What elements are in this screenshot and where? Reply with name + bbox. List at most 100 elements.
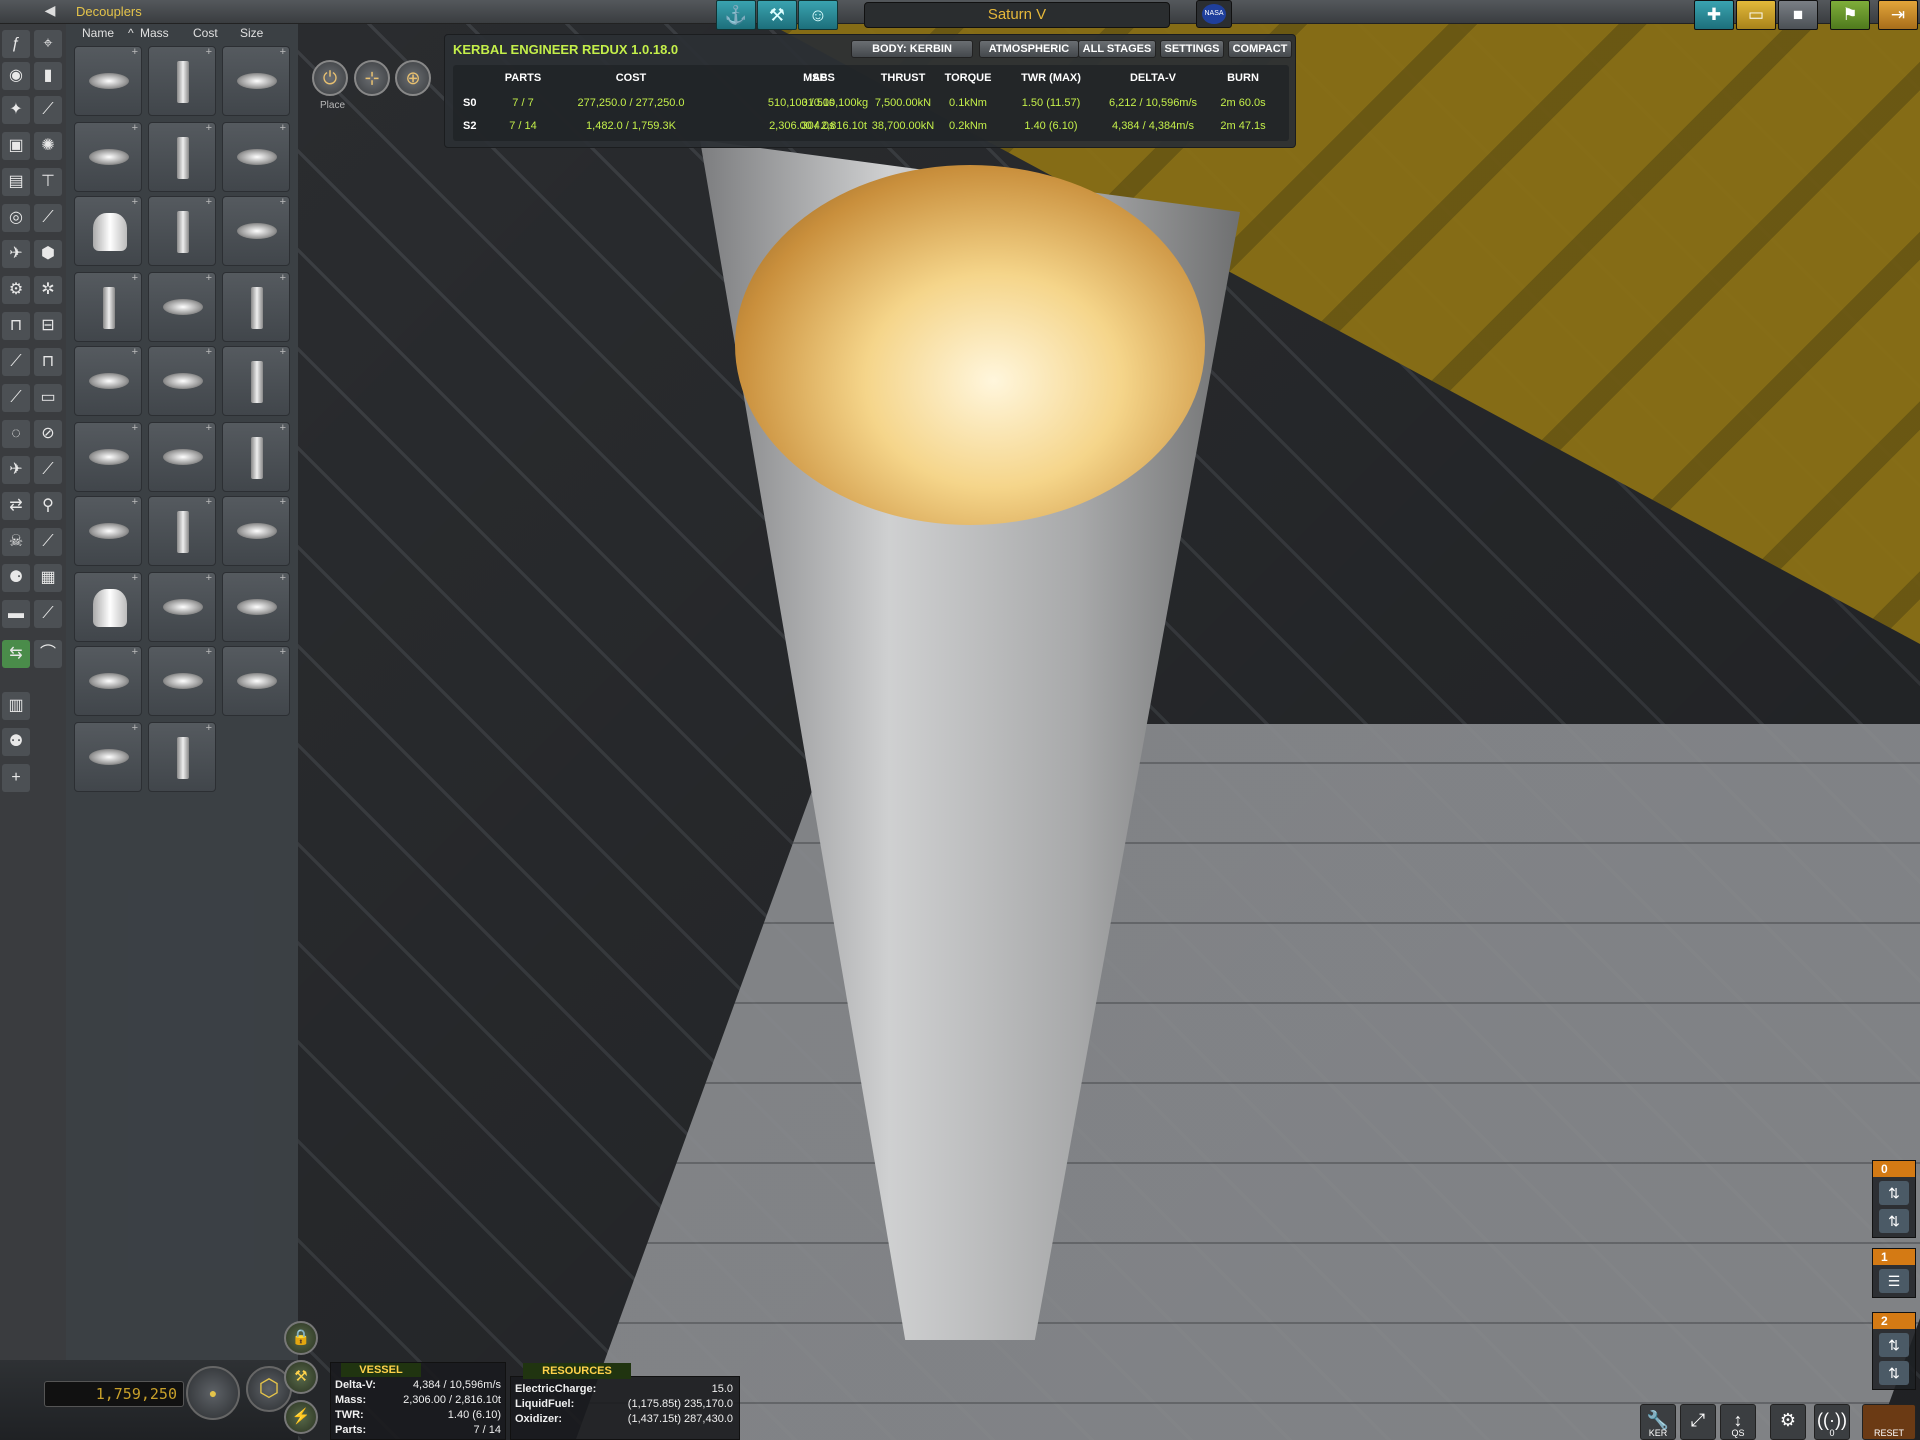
category-comm2-icon[interactable]: ⌒ <box>34 640 62 668</box>
column-size[interactable]: Size <box>240 26 263 40</box>
part-tile[interactable]: + <box>222 122 290 192</box>
ship-name-field[interactable]: Saturn V <box>864 2 1170 28</box>
ker-settings-button[interactable]: SETTINGS <box>1160 40 1224 58</box>
part-tile[interactable]: + <box>148 722 216 792</box>
part-tile[interactable]: + <box>222 196 290 266</box>
category-rover-icon[interactable]: ⚈ <box>2 564 30 592</box>
category-antenna-icon[interactable]: ⟋ <box>34 600 62 628</box>
part-tile[interactable]: + <box>148 196 216 266</box>
stage-group[interactable]: 0 ⇅ ⇅ <box>1872 1160 1916 1238</box>
save-craft-icon[interactable]: ■ <box>1778 0 1818 30</box>
part-tile[interactable]: + <box>148 422 216 492</box>
part-tile[interactable]: + <box>148 496 216 566</box>
filter-function-icon[interactable]: ƒ <box>2 30 30 58</box>
symmetry-dial-icon[interactable]: ● <box>186 1366 240 1420</box>
column-mass[interactable]: Mass <box>140 26 169 40</box>
sort-icon[interactable]: ⚓ <box>716 0 756 30</box>
part-tile[interactable]: + <box>74 646 142 716</box>
category-landing-icon[interactable]: ▭ <box>34 384 62 412</box>
category-tanks-icon[interactable]: ⟋ <box>2 384 30 412</box>
rotate-mode-icon[interactable]: ⊕ <box>395 60 431 96</box>
category-electrical-icon[interactable]: ⟋ <box>34 204 62 232</box>
ker-compact-button[interactable]: COMPACT <box>1228 40 1292 58</box>
action-groups-icon[interactable]: ⚡ <box>284 1400 318 1434</box>
category-solar-icon[interactable]: ▦ <box>34 564 62 592</box>
part-tile[interactable]: + <box>222 496 290 566</box>
category-selected-icon[interactable]: ⇆ <box>2 640 30 668</box>
place-mode-icon[interactable]: ⏻ <box>312 60 348 96</box>
category-pods-icon[interactable]: ◉ <box>2 62 30 90</box>
engine-icon[interactable]: ☰ <box>1879 1269 1909 1293</box>
part-tile[interactable]: + <box>74 272 142 342</box>
part-tile[interactable]: + <box>74 196 142 266</box>
part-tile[interactable]: + <box>222 46 290 116</box>
filter-location-icon[interactable]: ⌖ <box>34 30 62 58</box>
category-eva-icon[interactable]: ⟋ <box>34 528 62 556</box>
part-tile[interactable]: + <box>74 122 142 192</box>
category-fuel-icon[interactable]: ▮ <box>34 62 62 90</box>
resize-icon[interactable]: ⤢ <box>1680 1404 1716 1440</box>
category-science-icon[interactable]: ✺ <box>34 132 62 160</box>
stage-group[interactable]: 1 ☰ <box>1872 1248 1916 1298</box>
category-wheels-icon[interactable]: ◌ <box>2 420 30 448</box>
part-tile[interactable]: + <box>74 346 142 416</box>
category-engines-icon[interactable]: ✦ <box>2 96 30 124</box>
category-coupling-icon[interactable]: ⬢ <box>34 240 62 268</box>
load-craft-icon[interactable]: ▭ <box>1736 0 1776 30</box>
category-lights-icon[interactable]: ⊘ <box>34 420 62 448</box>
quicksave-icon[interactable]: ↕ QS <box>1720 1404 1756 1440</box>
decoupler-icon[interactable]: ⇅ <box>1879 1361 1909 1385</box>
part-tile[interactable]: + <box>74 572 142 642</box>
category-decouplers-icon[interactable]: ⇄ <box>2 492 30 520</box>
part-tile[interactable]: + <box>148 646 216 716</box>
category-misc-icon[interactable]: ✈ <box>2 456 30 484</box>
category-structural-icon[interactable]: ▣ <box>2 132 30 160</box>
ker-toolbar-icon[interactable]: 🔧 KER <box>1640 1404 1676 1440</box>
ker-all-stages-button[interactable]: ALL STAGES <box>1078 40 1156 58</box>
crew-assign-icon[interactable]: ⚒ <box>284 1360 318 1394</box>
category-comm-icon[interactable]: ✲ <box>34 276 62 304</box>
category-thermal-icon[interactable]: ◎ <box>2 204 30 232</box>
decoupler-icon[interactable]: ⇅ <box>1879 1209 1909 1233</box>
decoupler-icon[interactable]: ⇅ <box>1879 1181 1909 1205</box>
category-aero-icon[interactable]: ⊤ <box>34 168 62 196</box>
offset-mode-icon[interactable]: ⊹ <box>354 60 390 96</box>
ker-body-button[interactable]: BODY: KERBIN <box>851 40 973 58</box>
launch-pad-icon[interactable]: ⚑ <box>1830 0 1870 30</box>
category-robotics-icon[interactable]: ⊟ <box>34 312 62 340</box>
category-cargo-icon[interactable]: ⊓ <box>2 312 30 340</box>
part-tile[interactable]: + <box>148 46 216 116</box>
collapse-panel-icon[interactable]: ◀ <box>36 2 64 22</box>
category-custom1-icon[interactable]: ▥ <box>2 692 30 720</box>
comm-network-icon[interactable]: ((·)) 0 <box>1814 1404 1850 1440</box>
stage-group[interactable]: 2 ⇅ ⇅ <box>1872 1312 1916 1390</box>
category-rotors-icon[interactable]: ⊓ <box>34 348 62 376</box>
flag-button[interactable]: NASA <box>1196 0 1232 28</box>
part-tile[interactable]: + <box>222 572 290 642</box>
part-tile[interactable]: + <box>148 572 216 642</box>
category-fins-icon[interactable]: ⟋ <box>34 456 62 484</box>
part-tile[interactable]: + <box>148 346 216 416</box>
category-decouplers2-icon[interactable]: ⚲ <box>34 492 62 520</box>
part-tile[interactable]: + <box>222 272 290 342</box>
lock-icon[interactable]: 🔒 <box>284 1321 318 1355</box>
category-custom2-icon[interactable]: ⚉ <box>2 728 30 756</box>
part-tile[interactable]: + <box>74 422 142 492</box>
part-tile[interactable]: + <box>74 722 142 792</box>
part-tile[interactable]: + <box>148 272 216 342</box>
part-tile[interactable]: + <box>148 122 216 192</box>
part-tile[interactable]: + <box>74 46 142 116</box>
settings-gear-icon[interactable]: ⚙ <box>1770 1404 1806 1440</box>
exit-icon[interactable]: ⇥ <box>1878 0 1918 30</box>
new-craft-icon[interactable]: ✚ <box>1694 0 1734 30</box>
part-tile[interactable]: + <box>222 346 290 416</box>
part-tile[interactable]: + <box>222 422 290 492</box>
category-squad-icon[interactable]: ☠ <box>2 528 30 556</box>
column-name[interactable]: Name <box>82 26 114 40</box>
part-tile[interactable]: + <box>222 646 290 716</box>
category-control-icon[interactable]: ⟋ <box>34 96 62 124</box>
reset-button[interactable]: RESET <box>1862 1404 1916 1440</box>
category-ground-icon[interactable]: ✈ <box>2 240 30 268</box>
add-category-icon[interactable]: + <box>2 764 30 792</box>
part-tile[interactable]: + <box>74 496 142 566</box>
